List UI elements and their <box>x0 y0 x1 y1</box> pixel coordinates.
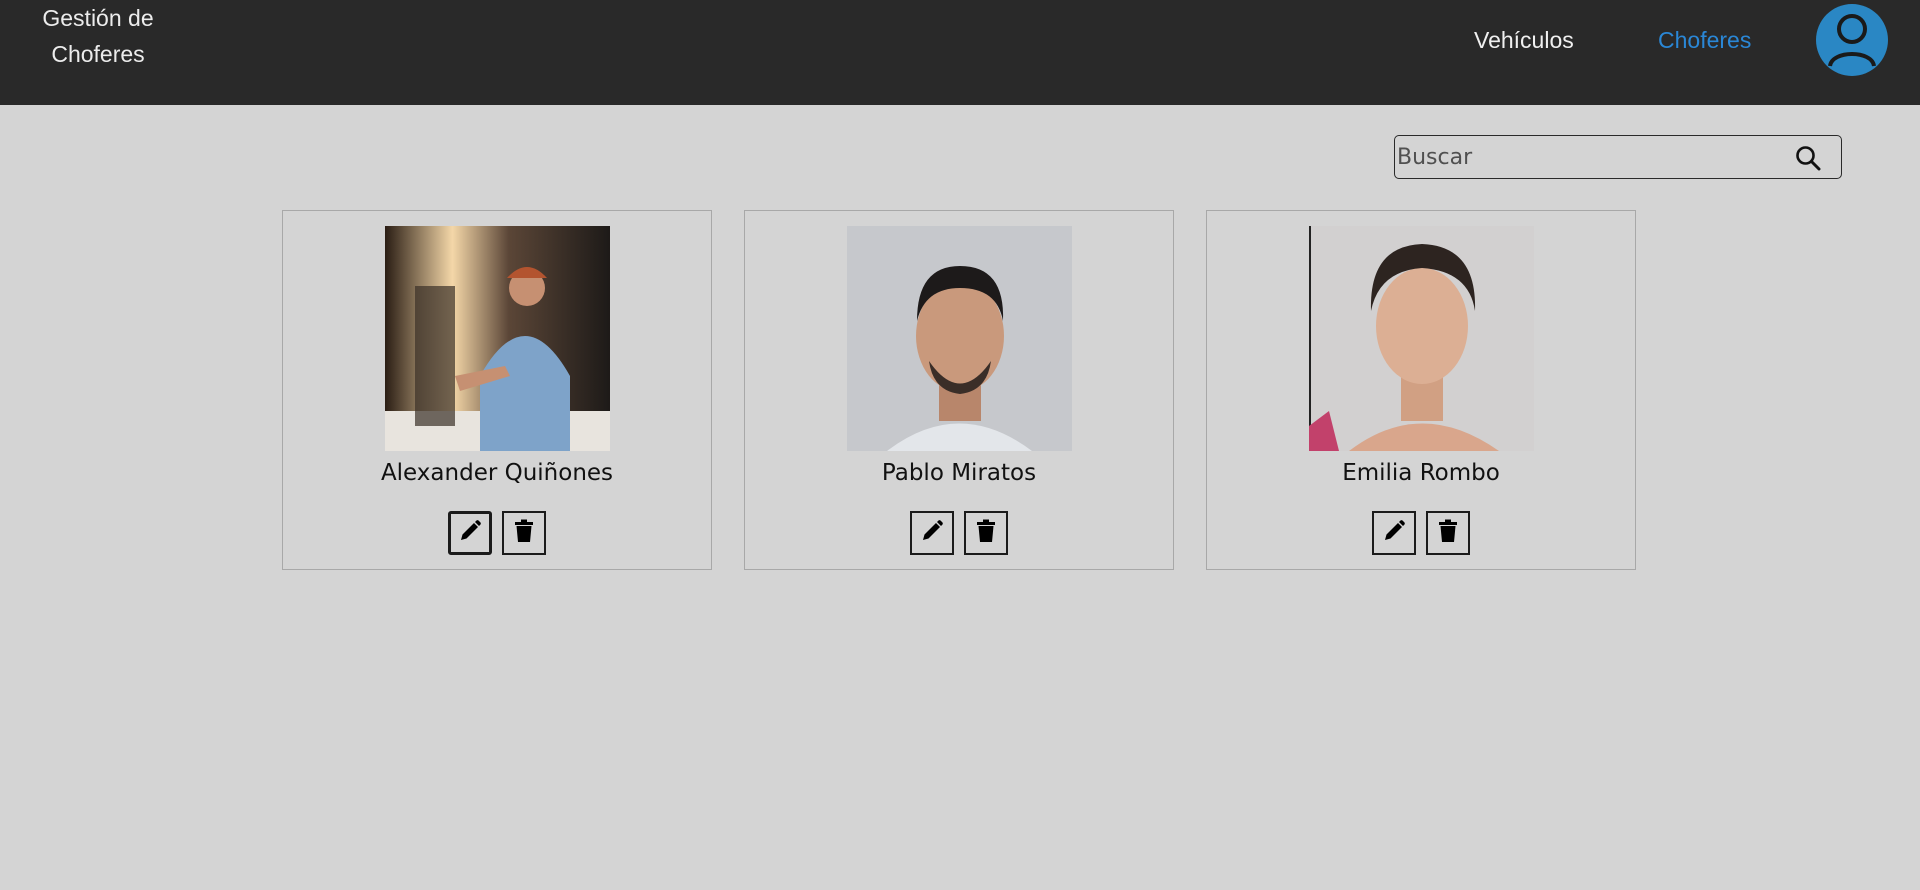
trash-icon <box>975 519 997 548</box>
driver-photo <box>385 226 610 451</box>
user-avatar-icon[interactable] <box>1816 2 1888 78</box>
delete-button[interactable] <box>1426 511 1470 555</box>
trash-icon <box>513 519 535 548</box>
pencil-icon <box>1382 519 1406 548</box>
driver-card: Emilia Rombo <box>1206 210 1636 570</box>
trash-icon <box>1437 519 1459 548</box>
edit-button[interactable] <box>1372 511 1416 555</box>
delete-button[interactable] <box>502 511 546 555</box>
search-box <box>1394 135 1842 179</box>
edit-button[interactable] <box>448 511 492 555</box>
pencil-icon <box>920 519 944 548</box>
driver-card: Alexander Quiñones <box>282 210 712 570</box>
search-input[interactable] <box>1397 140 1777 174</box>
nav-link-vehiculos[interactable]: Vehículos <box>1474 22 1574 58</box>
nav-link-choferes[interactable]: Choferes <box>1658 22 1751 58</box>
search-icon[interactable] <box>1795 145 1821 171</box>
edit-button[interactable] <box>910 511 954 555</box>
app-title: Gestión de Choferes <box>42 5 154 67</box>
driver-name: Pablo Miratos <box>881 460 1037 486</box>
pencil-icon <box>458 519 482 548</box>
top-navbar: Gestión de Choferes Vehículos Choferes <box>0 0 1920 105</box>
driver-card: Pablo Miratos <box>744 210 1174 570</box>
driver-name: Alexander Quiñones <box>380 460 614 486</box>
driver-name: Emilia Rombo <box>1342 460 1500 486</box>
driver-photo <box>847 226 1072 451</box>
delete-button[interactable] <box>964 511 1008 555</box>
driver-photo <box>1309 226 1534 451</box>
